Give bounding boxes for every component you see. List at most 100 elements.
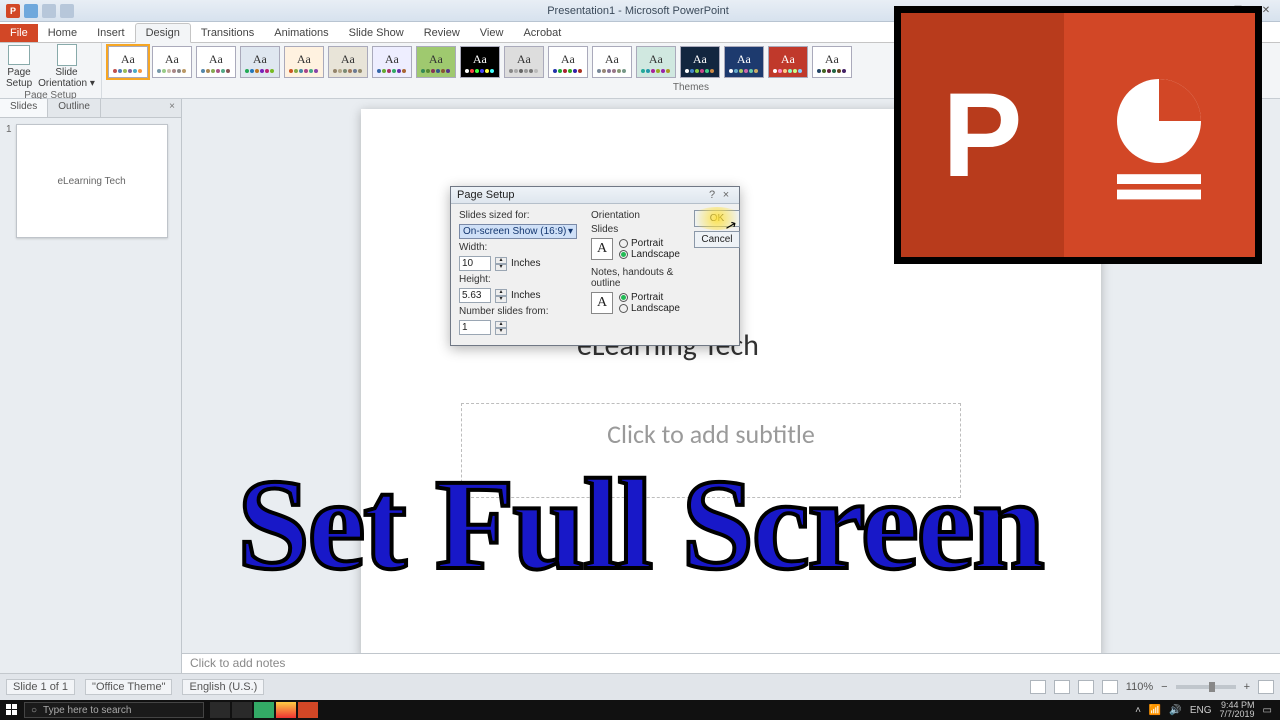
theme-thumbnail[interactable]: Aa (680, 46, 720, 78)
undo-icon[interactable] (42, 4, 56, 18)
powerpoint-logo-overlay: P (894, 6, 1262, 264)
zoom-slider[interactable] (1176, 685, 1236, 689)
sorter-view-button[interactable] (1054, 680, 1070, 694)
zoom-in-button[interactable]: + (1244, 681, 1250, 693)
tab-file[interactable]: File (0, 24, 38, 42)
powerpoint-app-icon: P (6, 4, 20, 18)
notes-landscape-radio[interactable]: Landscape (619, 303, 680, 314)
page-setup-icon (8, 45, 30, 65)
tab-home[interactable]: Home (38, 24, 87, 42)
zoom-level[interactable]: 110% (1126, 681, 1153, 693)
notification-icon[interactable]: ▭ (1263, 705, 1272, 716)
width-input[interactable]: 10 (459, 256, 491, 271)
fit-to-window-button[interactable] (1258, 680, 1274, 694)
tray-language[interactable]: ENG (1190, 705, 1212, 716)
height-spinner[interactable]: ▴▾ (495, 289, 507, 303)
tab-transitions[interactable]: Transitions (191, 24, 264, 42)
page-setup-dialog: Page Setup ? × Slides sized for: On-scre… (450, 186, 740, 346)
number-from-input[interactable]: 1 (459, 320, 491, 335)
dialog-help-icon[interactable]: ? (705, 189, 719, 201)
theme-thumbnail[interactable]: Aa (504, 46, 544, 78)
windows-taskbar: ○ Type here to search ˄ 📶 🔊 ENG 9:44 PM … (0, 700, 1280, 720)
status-theme: "Office Theme" (85, 679, 172, 695)
taskview-icon[interactable] (232, 702, 252, 718)
height-input[interactable]: 5.63 (459, 288, 491, 303)
zoom-out-button[interactable]: − (1161, 681, 1167, 693)
notes-portrait-radio[interactable]: Portrait (619, 292, 680, 303)
slide-orientation-button[interactable]: Slide Orientation ▾ (38, 45, 95, 89)
tab-insert[interactable]: Insert (87, 24, 135, 42)
theme-thumbnail[interactable]: Aa (284, 46, 324, 78)
volume-icon[interactable]: 🔊 (1169, 705, 1181, 716)
height-label: Height: (459, 274, 577, 285)
theme-thumbnail[interactable]: Aa (196, 46, 236, 78)
subtitle-placeholder-text: Click to add subtitle (462, 418, 960, 450)
start-button[interactable] (0, 700, 24, 720)
redo-icon[interactable] (60, 4, 74, 18)
page-setup-button[interactable]: Page Setup (6, 45, 32, 89)
theme-thumbnail[interactable]: Aa (460, 46, 500, 78)
reading-view-button[interactable] (1078, 680, 1094, 694)
slide-thumbnail[interactable]: 1 eLearning Tech (6, 124, 175, 238)
theme-thumbnail[interactable]: Aa (152, 46, 192, 78)
slide-orientation-label: Slide Orientation ▾ (38, 67, 95, 89)
network-icon[interactable]: 📶 (1149, 705, 1161, 716)
cortana-icon[interactable] (210, 702, 230, 718)
theme-thumbnail[interactable]: Aa (240, 46, 280, 78)
tab-review[interactable]: Review (414, 24, 470, 42)
slides-portrait-radio[interactable]: Portrait (619, 238, 680, 249)
theme-thumbnail[interactable]: Aa (416, 46, 456, 78)
ok-label: OK (710, 213, 724, 224)
slides-orientation-preview: A (591, 238, 613, 260)
theme-thumbnail[interactable]: Aa (548, 46, 588, 78)
slideshow-view-button[interactable] (1102, 680, 1118, 694)
theme-thumbnail[interactable]: Aa (372, 46, 412, 78)
normal-view-button[interactable] (1030, 680, 1046, 694)
slides-landscape-radio[interactable]: Landscape (619, 249, 680, 260)
notes-pane[interactable]: Click to add notes (182, 653, 1280, 673)
notes-group-label: Notes, handouts & outline (591, 267, 680, 289)
tab-animations[interactable]: Animations (264, 24, 338, 42)
status-bar: Slide 1 of 1 "Office Theme" English (U.S… (0, 673, 1280, 700)
slides-group-label: Slides (591, 224, 680, 235)
theme-thumbnail[interactable]: Aa (108, 46, 148, 78)
page-setup-group: Page Setup Slide Orientation ▾ Page Setu… (0, 43, 102, 98)
taskbar-search[interactable]: ○ Type here to search (24, 702, 204, 718)
left-tab-outline[interactable]: Outline (48, 99, 101, 117)
taskbar-clock[interactable]: 9:44 PM 7/7/2019 (1220, 701, 1255, 719)
tab-acrobat[interactable]: Acrobat (513, 24, 571, 42)
width-label: Width: (459, 242, 577, 253)
clock-date: 7/7/2019 (1220, 710, 1255, 719)
theme-thumbnail[interactable]: Aa (328, 46, 368, 78)
width-spinner[interactable]: ▴▾ (495, 257, 507, 271)
tab-design[interactable]: Design (135, 23, 191, 43)
slide-orientation-icon (57, 44, 77, 66)
powerpoint-taskbar-icon[interactable] (298, 702, 318, 718)
number-from-label: Number slides from: (459, 306, 577, 317)
theme-thumbnail[interactable]: Aa (812, 46, 852, 78)
file-explorer-icon[interactable] (254, 702, 274, 718)
save-icon[interactable] (24, 4, 38, 18)
theme-thumbnail[interactable]: Aa (636, 46, 676, 78)
left-tab-slides[interactable]: Slides (0, 99, 48, 117)
left-pane-close-icon[interactable]: × (163, 99, 181, 117)
number-from-spinner[interactable]: ▴▾ (495, 321, 507, 335)
subtitle-placeholder-box[interactable]: Click to add subtitle (461, 403, 961, 498)
sized-for-value: On-screen Show (16:9) (463, 226, 566, 237)
tray-chevron-icon[interactable]: ˄ (1135, 705, 1141, 716)
tab-view[interactable]: View (470, 24, 514, 42)
dialog-close-icon[interactable]: × (719, 189, 733, 201)
theme-thumbnail[interactable]: Aa (768, 46, 808, 78)
page-setup-label: Page Setup (6, 67, 32, 89)
ok-button[interactable]: OK (694, 210, 740, 227)
theme-thumbnail[interactable]: Aa (724, 46, 764, 78)
theme-thumbnail[interactable]: Aa (592, 46, 632, 78)
status-language[interactable]: English (U.S.) (182, 679, 264, 695)
chrome-icon[interactable] (276, 702, 296, 718)
quick-access-toolbar: P (0, 4, 80, 18)
thumb-number: 1 (6, 124, 12, 238)
orientation-label: Orientation (591, 210, 680, 221)
tab-slide-show[interactable]: Slide Show (339, 24, 414, 42)
dialog-title: Page Setup (457, 189, 515, 201)
sized-for-select[interactable]: On-screen Show (16:9) ▾ (459, 224, 577, 239)
